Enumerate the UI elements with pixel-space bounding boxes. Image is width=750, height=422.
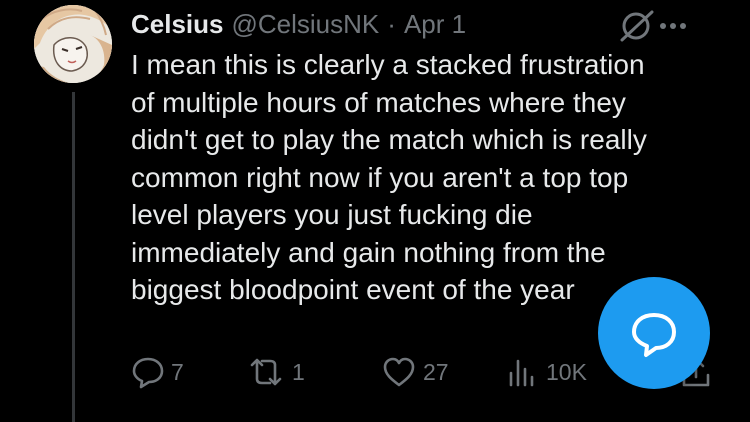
header-actions [618,8,688,42]
post-date[interactable]: Apr 1 [404,9,466,40]
tweet-header: Celsius @CelsiusNK · Apr 1 [131,6,466,42]
repost-button[interactable]: 1 [246,352,305,392]
reply-bubble-icon [632,313,676,357]
avatar[interactable] [34,5,112,83]
reply-icon [132,357,164,389]
avatar-illustration [34,5,112,83]
compose-reply-button[interactable] [598,277,710,389]
views-button[interactable]: 10K [506,352,587,392]
user-handle[interactable]: @CelsiusNK [232,9,380,40]
display-name[interactable]: Celsius [131,9,224,40]
reply-button[interactable]: 7 [131,352,184,392]
thread-line [72,92,75,422]
separator-dot: · [387,8,396,39]
grok-icon[interactable] [618,8,658,42]
like-button[interactable]: 27 [381,352,449,392]
views-icon [509,359,534,387]
heart-icon [383,357,415,387]
more-icon[interactable] [658,8,688,42]
like-count: 27 [423,358,449,385]
tweet-text: I mean this is clearly a stacked frustra… [131,49,647,305]
views-count: 10K [546,358,587,385]
repost-icon [250,358,282,386]
reply-count: 7 [171,358,184,385]
repost-count: 1 [292,358,305,385]
